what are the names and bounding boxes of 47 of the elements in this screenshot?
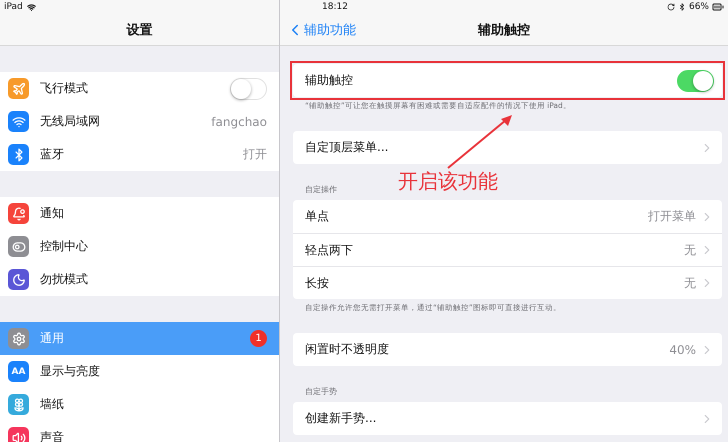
section-header: 自定手势 (305, 386, 337, 397)
row-value: 无 (684, 242, 696, 258)
row-label: 长按 (305, 274, 329, 292)
item-label: 无线局域网 (40, 113, 100, 130)
toggle-switch[interactable] (677, 70, 714, 92)
row-label: 创建新手势... (305, 410, 376, 427)
row-label: 闲置时不透明度 (305, 341, 389, 358)
annotation-text: 开启该功能 (398, 169, 498, 193)
setting-row[interactable]: 轻点两下 无 (293, 233, 722, 266)
clock-time: 18:12 (322, 2, 348, 12)
page-title: 辅助触控 (478, 22, 530, 38)
item-label: 控制中心 (40, 238, 88, 255)
setting-row[interactable]: 创建新手势... (293, 402, 722, 435)
notification-badge: 1 (250, 330, 267, 347)
item-value: fangchao (211, 114, 267, 128)
item-label: 通用 (40, 330, 64, 347)
setting-row[interactable]: 单点 打开菜单 (293, 200, 722, 233)
sidebar-title: 设置 (126, 22, 152, 38)
battery-percent: 66% (688, 2, 709, 12)
row-value: 打开菜单 (648, 208, 696, 225)
item-label: 墙纸 (40, 396, 64, 413)
battery-icon (712, 1, 724, 13)
row-label: 单点 (305, 208, 329, 225)
item-label: 显示与亮度 (40, 363, 100, 380)
setting-row[interactable]: 闲置时不透明度 40% (293, 333, 722, 366)
item-label: 勿扰模式 (40, 271, 88, 288)
annotation-arrow (447, 115, 512, 169)
item-label: 蓝牙 (40, 146, 64, 163)
back-button[interactable]: 辅助功能 (286, 20, 356, 38)
row-label: 轻点两下 (305, 242, 353, 258)
wifi-icon (26, 2, 36, 12)
item-label: 通知 (40, 205, 64, 222)
section-header: 自定操作 (305, 184, 337, 195)
highlighted-setting-row[interactable]: 辅助触控 (293, 64, 722, 97)
item-label: 飞行模式 (40, 80, 88, 97)
settings-item[interactable]: 通用 1 (0, 322, 279, 355)
setting-row[interactable]: 长按 无 (293, 266, 722, 299)
text-size-icon: AA (8, 361, 29, 382)
row-label: 自定顶层菜单... (305, 139, 388, 156)
row-value: 40% (669, 342, 696, 356)
row-value: 无 (684, 274, 696, 292)
setting-row[interactable]: 自定顶层菜单... (293, 131, 722, 164)
row-label: 辅助触控 (305, 72, 353, 89)
toggle-switch[interactable] (230, 78, 267, 100)
item-value: 打开 (243, 146, 267, 163)
bluetooth-icon (678, 3, 686, 11)
device-name: iPad (4, 2, 23, 12)
